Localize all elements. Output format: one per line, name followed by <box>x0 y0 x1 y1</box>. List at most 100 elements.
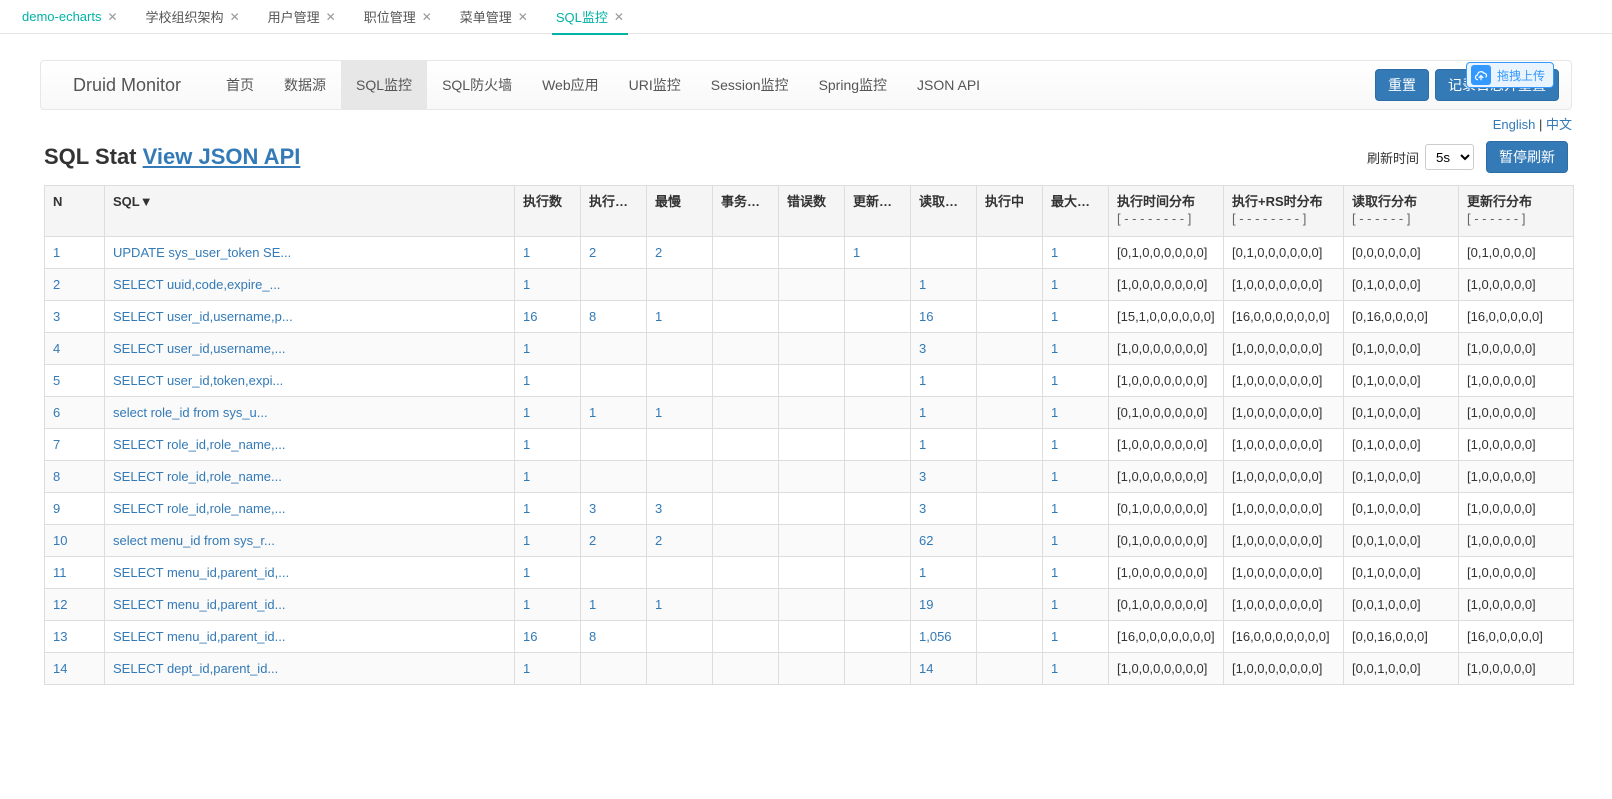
sql-link[interactable]: 19 <box>919 597 933 612</box>
table-cell[interactable]: 10 <box>45 524 105 556</box>
table-cell[interactable] <box>581 460 647 492</box>
table-cell[interactable]: 14 <box>45 652 105 684</box>
table-cell[interactable]: 8 <box>581 620 647 652</box>
table-cell[interactable] <box>845 652 911 684</box>
table-cell[interactable]: SELECT menu_id,parent_id... <box>105 588 515 620</box>
table-cell[interactable]: 1 <box>911 396 977 428</box>
table-cell[interactable]: SELECT role_id,role_name... <box>105 460 515 492</box>
table-cell[interactable]: 1 <box>1043 492 1109 524</box>
sql-link[interactable]: 7 <box>53 437 60 452</box>
table-cell[interactable]: 1 <box>845 236 911 268</box>
sql-link[interactable]: 1 <box>523 661 530 676</box>
table-cell[interactable]: 1 <box>515 588 581 620</box>
refresh-interval-select[interactable]: 5s <box>1425 144 1474 170</box>
sql-link[interactable]: 1 <box>1051 437 1058 452</box>
sql-link[interactable]: 16 <box>523 309 537 324</box>
sql-link[interactable]: 3 <box>53 309 60 324</box>
reset-button[interactable]: 重置 <box>1375 69 1429 101</box>
sql-link[interactable]: 1 <box>1051 501 1058 516</box>
sql-link[interactable]: 1 <box>655 309 662 324</box>
table-cell[interactable]: 2 <box>647 236 713 268</box>
col-dist-upd[interactable]: 更新行分布[ - - - - - - ] <box>1459 186 1574 237</box>
col-err[interactable]: 错误数 <box>779 186 845 237</box>
table-cell[interactable]: 1 <box>1043 396 1109 428</box>
table-cell[interactable]: 1 <box>515 652 581 684</box>
table-cell[interactable] <box>581 556 647 588</box>
sql-link[interactable]: 1 <box>523 533 530 548</box>
table-cell[interactable] <box>581 364 647 396</box>
table-cell[interactable]: 6 <box>45 396 105 428</box>
table-cell[interactable] <box>845 524 911 556</box>
sql-link[interactable]: 5 <box>53 373 60 388</box>
table-cell[interactable] <box>581 428 647 460</box>
table-cell[interactable]: 1 <box>515 396 581 428</box>
sql-link[interactable]: 1 <box>655 597 662 612</box>
table-cell[interactable]: 1 <box>1043 620 1109 652</box>
table-cell[interactable] <box>581 332 647 364</box>
table-cell[interactable]: 7 <box>45 428 105 460</box>
nav-item[interactable]: Web应用 <box>527 61 614 109</box>
table-cell[interactable]: 3 <box>911 492 977 524</box>
table-cell[interactable]: 1 <box>515 556 581 588</box>
table-cell[interactable]: 4 <box>45 332 105 364</box>
sql-link[interactable]: SELECT dept_id,parent_id... <box>113 661 278 676</box>
table-cell[interactable]: 1 <box>515 268 581 300</box>
sql-link[interactable]: 8 <box>53 469 60 484</box>
table-cell[interactable]: 1 <box>911 364 977 396</box>
table-cell[interactable]: 1 <box>581 588 647 620</box>
sql-link[interactable]: 1 <box>919 277 926 292</box>
close-icon[interactable]: ✕ <box>107 10 117 24</box>
sql-link[interactable]: 1 <box>1051 405 1058 420</box>
sql-link[interactable]: 1 <box>1051 469 1058 484</box>
col-n[interactable]: N <box>45 186 105 237</box>
table-cell[interactable]: 2 <box>581 236 647 268</box>
table-cell[interactable]: 13 <box>45 620 105 652</box>
sql-link[interactable]: SELECT user_id,username,p... <box>113 309 293 324</box>
sql-link[interactable]: UPDATE sys_user_token SE... <box>113 245 291 260</box>
sql-link[interactable]: 16 <box>919 309 933 324</box>
table-cell[interactable]: 3 <box>911 332 977 364</box>
sql-link[interactable]: 12 <box>53 597 67 612</box>
table-cell[interactable] <box>581 268 647 300</box>
table-cell[interactable] <box>581 652 647 684</box>
sql-link[interactable]: 9 <box>53 501 60 516</box>
sql-link[interactable]: 1 <box>523 245 530 260</box>
table-cell[interactable]: SELECT uuid,code,expire_... <box>105 268 515 300</box>
sql-link[interactable]: 1 <box>1051 565 1058 580</box>
table-cell[interactable]: 5 <box>45 364 105 396</box>
sql-link[interactable]: 14 <box>919 661 933 676</box>
nav-item[interactable]: SQL防火墙 <box>427 61 527 109</box>
nav-item[interactable]: 首页 <box>211 61 269 109</box>
close-icon[interactable]: ✕ <box>230 10 240 24</box>
col-exec-time[interactable]: 执行时间 <box>581 186 647 237</box>
table-cell[interactable] <box>845 300 911 332</box>
table-cell[interactable]: 1 <box>1043 556 1109 588</box>
table-cell[interactable]: UPDATE sys_user_token SE... <box>105 236 515 268</box>
table-cell[interactable] <box>647 460 713 492</box>
sql-link[interactable]: 2 <box>655 533 662 548</box>
col-update[interactable]: 更新行数 <box>845 186 911 237</box>
table-cell[interactable]: 8 <box>45 460 105 492</box>
table-cell[interactable] <box>647 428 713 460</box>
nav-item[interactable]: Spring监控 <box>804 61 902 109</box>
col-running[interactable]: 执行中 <box>977 186 1043 237</box>
table-cell[interactable]: SELECT user_id,username,... <box>105 332 515 364</box>
table-cell[interactable]: 1 <box>515 524 581 556</box>
table-cell[interactable]: 1 <box>515 492 581 524</box>
col-dist-rs[interactable]: 执行+RS时分布[ - - - - - - - - ] <box>1224 186 1344 237</box>
table-cell[interactable]: SELECT user_id,username,p... <box>105 300 515 332</box>
sql-link[interactable]: SELECT role_id,role_name... <box>113 469 282 484</box>
sql-link[interactable]: 62 <box>919 533 933 548</box>
sql-link[interactable]: 1 <box>523 469 530 484</box>
table-cell[interactable] <box>911 236 977 268</box>
close-icon[interactable]: ✕ <box>614 10 624 24</box>
table-cell[interactable]: 1 <box>1043 652 1109 684</box>
sql-link[interactable]: 3 <box>919 469 926 484</box>
table-cell[interactable]: 1 <box>1043 236 1109 268</box>
table-cell[interactable]: 2 <box>45 268 105 300</box>
lang-english[interactable]: English <box>1493 117 1536 132</box>
sql-link[interactable]: 2 <box>589 533 596 548</box>
table-cell[interactable]: 9 <box>45 492 105 524</box>
table-cell[interactable] <box>647 332 713 364</box>
nav-item[interactable]: Session监控 <box>696 61 804 109</box>
